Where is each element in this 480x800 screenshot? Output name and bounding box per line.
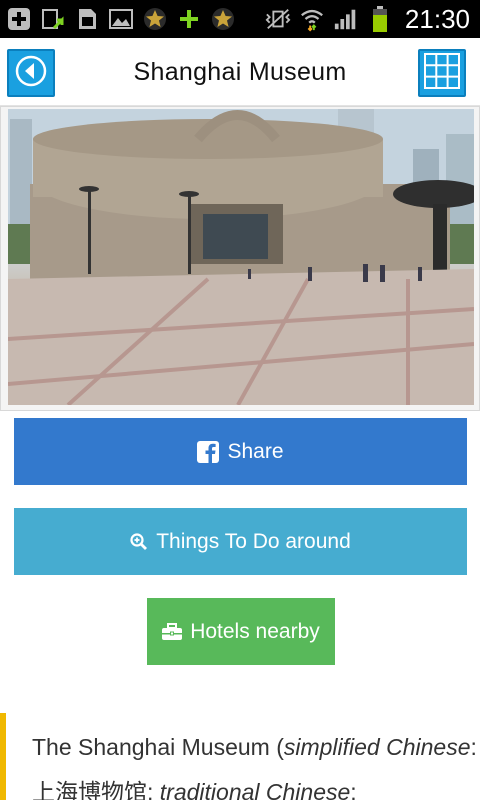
plus-icon (176, 6, 202, 32)
hotels-nearby-button[interactable]: Hotels nearby (147, 598, 335, 665)
description-italic: simplified Chinese (283, 734, 471, 760)
upload-icon (40, 6, 66, 32)
things-to-do-label: Things To Do around (156, 529, 351, 553)
zoom-in-icon (130, 532, 148, 551)
add-icon (6, 6, 32, 32)
star-icon (142, 6, 168, 32)
sim-card-icon (74, 6, 100, 32)
description-italic: traditional Chinese (159, 779, 351, 800)
image-icon (108, 6, 134, 32)
description-part: The Shanghai Museum ( (32, 734, 284, 760)
back-arrow-icon (14, 54, 48, 93)
description-part: : (350, 779, 357, 800)
signal-icon (333, 6, 359, 32)
share-button[interactable]: Share (14, 418, 467, 485)
star-icon (210, 6, 236, 32)
notification-icons (0, 6, 236, 32)
things-to-do-button[interactable]: Things To Do around (14, 508, 467, 575)
hotels-nearby-label: Hotels nearby (190, 619, 320, 643)
page-title: Shanghai Museum (133, 58, 347, 86)
grid-menu-icon (423, 52, 461, 95)
back-button[interactable] (7, 49, 55, 97)
system-icons: 21:30 (265, 0, 470, 38)
clock: 21:30 (404, 3, 470, 34)
museum-photo (8, 109, 474, 405)
share-label: Share (227, 439, 284, 463)
wifi-icon (299, 6, 325, 32)
battery-icon (367, 6, 393, 32)
photo-frame (0, 106, 480, 411)
description-text: The Shanghai Museum (simplified Chinese:… (0, 713, 480, 800)
vibrate-icon (265, 6, 291, 32)
status-bar: 21:30 (0, 0, 480, 38)
app-header: Shanghai Museum (0, 38, 480, 106)
grid-menu-button[interactable] (418, 49, 466, 97)
facebook-icon (197, 440, 220, 463)
briefcase-icon (162, 622, 183, 641)
